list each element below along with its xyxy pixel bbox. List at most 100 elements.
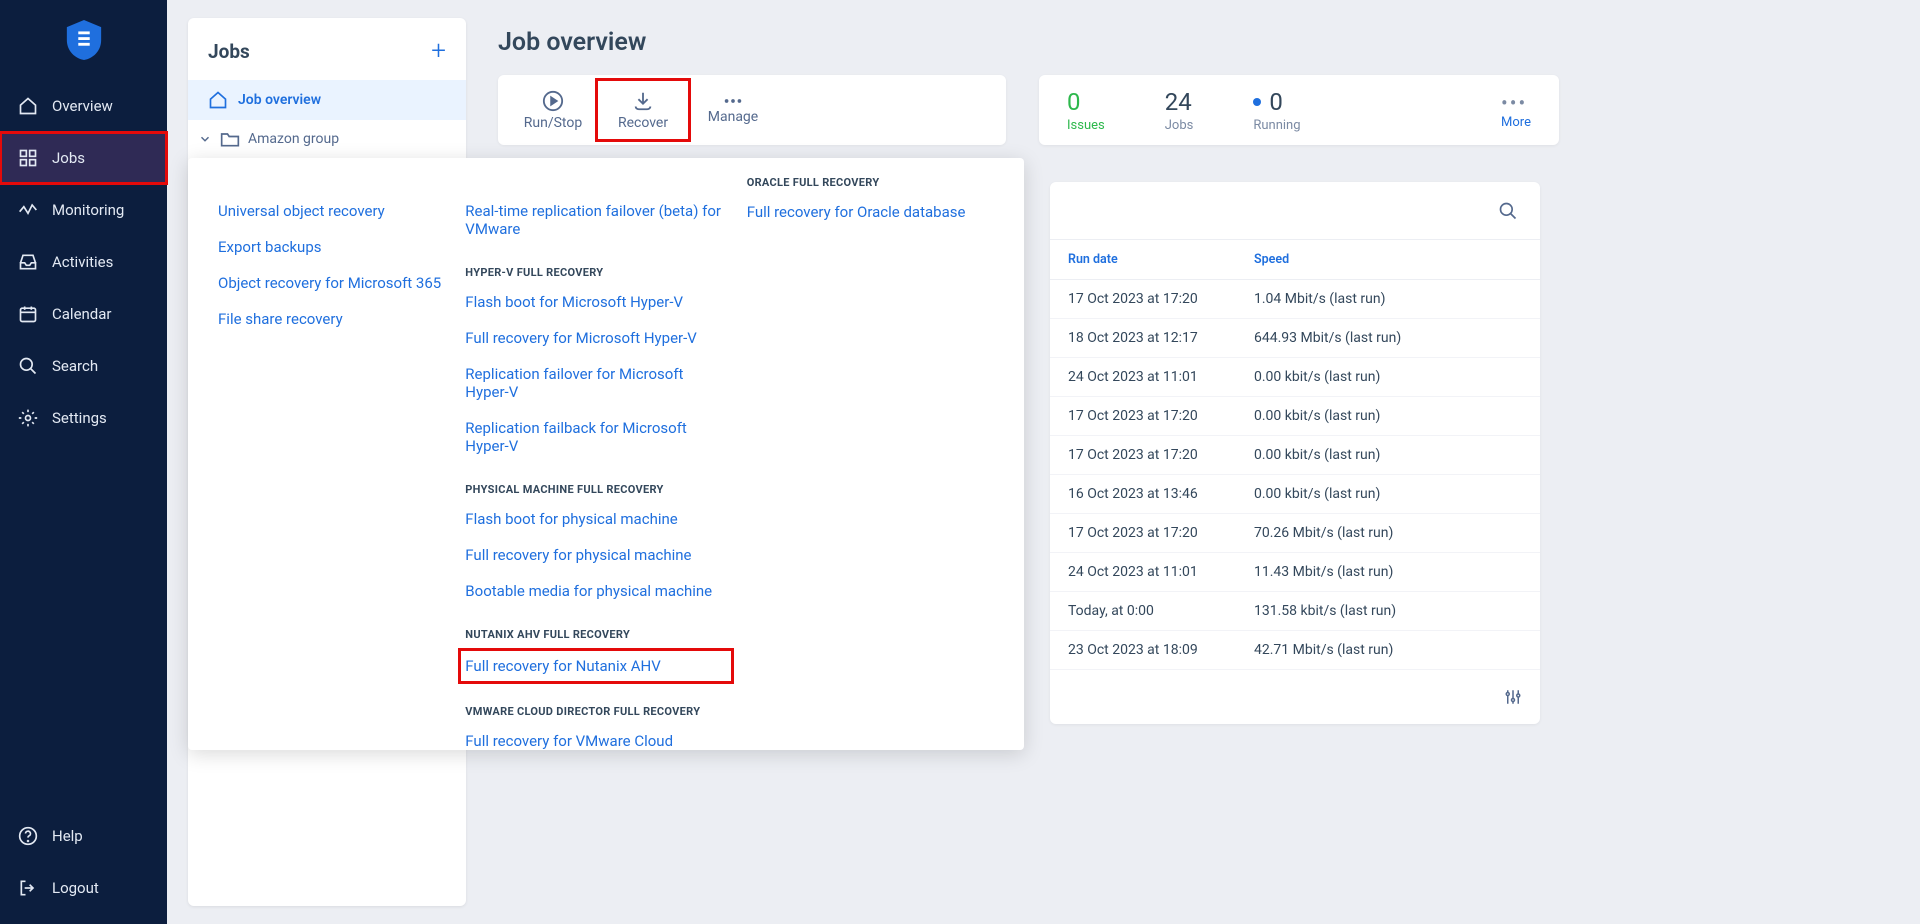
nav-label: Search	[52, 357, 98, 375]
table-row[interactable]: 17 Oct 2023 at 17:201.04 Mbit/s (last ru…	[1050, 280, 1540, 319]
nav-label: Settings	[52, 409, 107, 427]
nav-settings[interactable]: Settings	[0, 392, 167, 444]
nav-label: Calendar	[52, 305, 112, 323]
dd-col-3: ORACLE FULL RECOVERY Full recovery for O…	[747, 172, 994, 730]
help-icon	[18, 826, 38, 846]
cell-speed: 0.00 kbit/s (last run)	[1254, 408, 1522, 424]
col-header-speed[interactable]: Speed	[1254, 252, 1522, 267]
cell-date: 16 Oct 2023 at 13:46	[1068, 486, 1254, 502]
nav-activities[interactable]: Activities	[0, 236, 167, 288]
stat-label: Issues	[1067, 118, 1105, 133]
calendar-icon	[18, 304, 38, 324]
dd-link-export-backups[interactable]: Export backups	[218, 238, 445, 256]
cell-speed: 1.04 Mbit/s (last run)	[1254, 291, 1522, 307]
table-row[interactable]: 17 Oct 2023 at 17:200.00 kbit/s (last ru…	[1050, 397, 1540, 436]
dd-heading-nutanix: NUTANIX AHV FULL RECOVERY	[465, 628, 726, 641]
dd-link-bootable-media-physical[interactable]: Bootable media for physical machine	[465, 582, 726, 600]
dd-link-universal-object-recovery[interactable]: Universal object recovery	[218, 202, 445, 220]
page-title: Job overview	[498, 0, 1920, 75]
nav-label: Activities	[52, 253, 113, 271]
job-overview-label: Job overview	[238, 92, 321, 108]
dd-link-full-recovery-hyperv[interactable]: Full recovery for Microsoft Hyper-V	[465, 329, 726, 347]
download-icon	[632, 90, 654, 112]
nav-label: Help	[52, 827, 83, 845]
cards-row: Run/Stop Recover Manage 0 Issues 24 Jobs…	[498, 75, 1920, 145]
dd-link-full-recovery-oracle[interactable]: Full recovery for Oracle database	[747, 203, 974, 221]
cell-speed: 70.26 Mbit/s (last run)	[1254, 525, 1522, 541]
table-body: 17 Oct 2023 at 17:201.04 Mbit/s (last ru…	[1050, 280, 1540, 670]
cell-speed: 42.71 Mbit/s (last run)	[1254, 642, 1522, 658]
nav-calendar[interactable]: Calendar	[0, 288, 167, 340]
stat-label: Jobs	[1165, 118, 1194, 133]
stat-issues[interactable]: 0 Issues	[1067, 88, 1105, 133]
table-row[interactable]: 16 Oct 2023 at 13:460.00 kbit/s (last ru…	[1050, 475, 1540, 514]
dd-link-full-recovery-physical[interactable]: Full recovery for physical machine	[465, 546, 726, 564]
nav-overview[interactable]: Overview	[0, 80, 167, 132]
dd-link-replication-failback-hyperv[interactable]: Replication failback for Microsoft Hyper…	[465, 419, 726, 455]
dd-link-file-share-recovery[interactable]: File share recovery	[218, 310, 445, 328]
chevron-down-icon	[198, 132, 212, 146]
cell-date: Today, at 0:00	[1068, 603, 1254, 619]
cell-date: 17 Oct 2023 at 17:20	[1068, 291, 1254, 307]
nav-monitoring[interactable]: Monitoring	[0, 184, 167, 236]
nav-items: Overview Jobs Monitoring Activities Cale…	[0, 80, 167, 810]
ellipsis-icon: •••	[1501, 91, 1531, 115]
jobs-table-card: Run date Speed 17 Oct 2023 at 17:201.04 …	[1050, 182, 1540, 724]
stat-more[interactable]: ••• More	[1501, 91, 1531, 130]
play-icon	[542, 90, 564, 112]
dot-icon	[1253, 98, 1261, 106]
logout-icon	[18, 878, 38, 898]
dd-link-flash-boot-physical[interactable]: Flash boot for physical machine	[465, 510, 726, 528]
nav-help[interactable]: Help	[0, 810, 167, 862]
dd-col-1: Universal object recovery Export backups…	[218, 172, 465, 730]
nav-label: Monitoring	[52, 201, 124, 219]
recover-dropdown: Universal object recovery Export backups…	[188, 158, 1024, 750]
cell-speed: 11.43 Mbit/s (last run)	[1254, 564, 1522, 580]
nav-search[interactable]: Search	[0, 340, 167, 392]
nav-logout[interactable]: Logout	[0, 862, 167, 914]
dd-col-2: Real-time replication failover (beta) fo…	[465, 172, 746, 730]
manage-button[interactable]: Manage	[688, 81, 778, 139]
stat-jobs[interactable]: 24 Jobs	[1165, 88, 1194, 133]
nav-label: Logout	[52, 879, 99, 897]
cell-date: 17 Oct 2023 at 17:20	[1068, 525, 1254, 541]
dd-link-full-recovery-nutanix[interactable]: Full recovery for Nutanix AHV	[465, 655, 726, 677]
recover-button[interactable]: Recover	[598, 81, 688, 139]
dd-link-flash-boot-hyperv[interactable]: Flash boot for Microsoft Hyper-V	[465, 293, 726, 311]
gear-icon	[18, 408, 38, 428]
add-job-button[interactable]: +	[431, 36, 446, 66]
cell-speed: 0.00 kbit/s (last run)	[1254, 369, 1522, 385]
more-label: More	[1501, 115, 1531, 130]
dd-link-replication-failover-hyperv[interactable]: Replication failover for Microsoft Hyper…	[465, 365, 726, 401]
table-row[interactable]: 24 Oct 2023 at 11:0111.43 Mbit/s (last r…	[1050, 553, 1540, 592]
tool-label: Recover	[618, 115, 668, 131]
run-stop-button[interactable]: Run/Stop	[508, 81, 598, 139]
cell-date: 23 Oct 2023 at 18:09	[1068, 642, 1254, 658]
table-row[interactable]: 24 Oct 2023 at 11:010.00 kbit/s (last ru…	[1050, 358, 1540, 397]
dd-link-object-recovery-m365[interactable]: Object recovery for Microsoft 365	[218, 274, 445, 292]
stat-running[interactable]: 0 Running	[1253, 88, 1300, 133]
table-settings-button[interactable]	[1504, 688, 1522, 710]
toolbar-card: Run/Stop Recover Manage	[498, 75, 1006, 145]
col-header-date[interactable]: Run date	[1068, 252, 1254, 267]
sliders-icon	[1504, 688, 1522, 706]
table-row[interactable]: 17 Oct 2023 at 17:200.00 kbit/s (last ru…	[1050, 436, 1540, 475]
ellipsis-icon	[722, 96, 744, 106]
dd-link-rt-replication-failover-vmware[interactable]: Real-time replication failover (beta) fo…	[465, 202, 726, 238]
dd-link-full-recovery-vcd[interactable]: Full recovery for VMware Cloud Director	[465, 732, 726, 750]
job-overview-item[interactable]: Job overview	[188, 80, 466, 120]
job-tree-label: Amazon group	[248, 131, 339, 147]
nav-jobs[interactable]: Jobs	[0, 132, 167, 184]
tool-label: Manage	[708, 109, 758, 125]
jobs-title: Jobs	[208, 40, 250, 63]
job-tree-item[interactable]: Amazon group	[188, 120, 466, 158]
nav-footer: Help Logout	[0, 810, 167, 924]
stat-value: 0	[1253, 88, 1300, 116]
table-row[interactable]: 23 Oct 2023 at 18:0942.71 Mbit/s (last r…	[1050, 631, 1540, 670]
cell-date: 17 Oct 2023 at 17:20	[1068, 447, 1254, 463]
search-icon[interactable]	[1498, 201, 1518, 221]
table-row[interactable]: 17 Oct 2023 at 17:2070.26 Mbit/s (last r…	[1050, 514, 1540, 553]
table-row[interactable]: Today, at 0:00131.58 kbit/s (last run)	[1050, 592, 1540, 631]
table-row[interactable]: 18 Oct 2023 at 12:17644.93 Mbit/s (last …	[1050, 319, 1540, 358]
stat-value: 24	[1165, 88, 1194, 116]
